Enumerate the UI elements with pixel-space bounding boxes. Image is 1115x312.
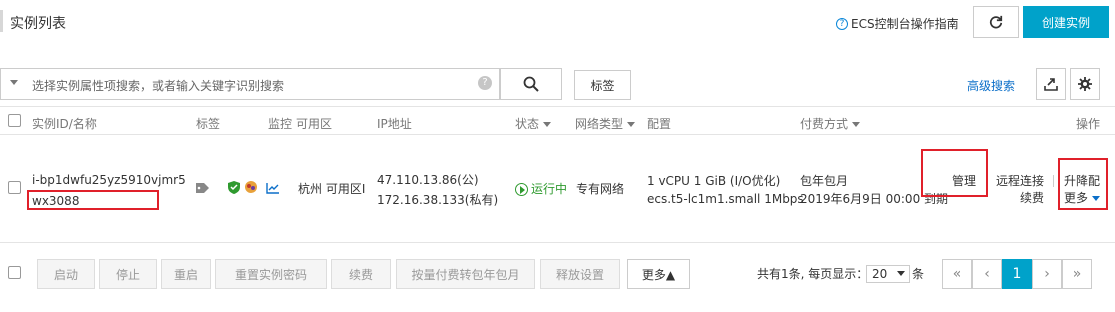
search-icon: [523, 76, 539, 92]
reset-password-button[interactable]: 重置实例密码: [215, 259, 327, 289]
renew-link[interactable]: 续费: [1020, 189, 1044, 207]
instance-id-link[interactable]: i-bp1dwfu25yz5910vjmr5: [32, 171, 186, 189]
pagination-summary: 共有1条, 每页显示：: [757, 267, 869, 281]
start-button[interactable]: 启动: [37, 259, 95, 289]
col-actions: 操作: [1076, 117, 1101, 131]
play-icon: [515, 182, 528, 196]
renew-button[interactable]: 续费: [331, 259, 391, 289]
filter-dropdown-icon[interactable]: [10, 80, 18, 85]
action-separator: [1053, 175, 1054, 187]
divider: [0, 106, 1115, 107]
help-icon: ?: [836, 17, 848, 30]
page-size-suffix: 条: [912, 267, 925, 281]
stop-button[interactable]: 停止: [99, 259, 157, 289]
col-tags: 标签: [196, 117, 221, 131]
col-zone: 可用区: [296, 117, 333, 131]
highlight-box-upgrade: [1058, 158, 1108, 210]
row-checkbox[interactable]: [8, 181, 21, 194]
col-network-label: 网络类型: [575, 117, 624, 131]
search-help-icon[interactable]: ?: [478, 76, 492, 90]
zone-text: 杭州 可用区I: [298, 182, 366, 196]
billing-type: 包年包月: [800, 174, 849, 188]
page-1-button[interactable]: 1: [1002, 259, 1032, 289]
col-status[interactable]: 状态: [515, 115, 552, 132]
export-button[interactable]: [1036, 68, 1066, 100]
col-config: 配置: [647, 117, 672, 131]
release-settings-button[interactable]: 释放设置: [540, 259, 620, 289]
next-page-button[interactable]: ›: [1032, 259, 1062, 289]
config-type: ecs.t5-lc1m1.small 1Mbps: [647, 192, 804, 206]
tag-icon[interactable]: [195, 182, 211, 194]
network-type: 专有网络: [576, 182, 625, 196]
chevron-down-icon: [627, 122, 636, 127]
title-accent-bar: [0, 10, 3, 32]
footer-select-all-checkbox[interactable]: [8, 266, 21, 279]
create-instance-button[interactable]: 创建实例: [1023, 6, 1109, 38]
gear-icon: [1078, 77, 1092, 91]
monitor-chart-icon[interactable]: [266, 182, 280, 194]
search-placeholder: 选择实例属性项搜索，或者输入关键字识别搜索: [32, 79, 285, 93]
public-ip: 47.110.13.86(公): [377, 173, 479, 187]
console-guide-link[interactable]: ? ECS控制台操作指南: [836, 15, 959, 32]
remote-connect-link[interactable]: 远程连接: [996, 172, 1044, 190]
col-billing-label: 付费方式: [800, 117, 849, 131]
tag-filter-button[interactable]: 标签: [574, 70, 631, 100]
chevron-down-icon: [852, 122, 861, 127]
convert-billing-button[interactable]: 按量付费转包年包月: [396, 259, 535, 289]
page-title: 实例列表: [10, 16, 66, 32]
col-ip: IP地址: [377, 117, 412, 131]
chevron-down-icon: [543, 122, 552, 127]
shield-icon[interactable]: [228, 181, 240, 194]
highlight-box-name: [27, 190, 159, 210]
security-center-icon[interactable]: [244, 180, 258, 194]
refresh-button[interactable]: [973, 6, 1019, 38]
page-size-value: 20: [872, 267, 888, 281]
console-guide-label: ECS控制台操作指南: [851, 17, 959, 31]
status-label: 运行中: [531, 182, 568, 196]
col-id-name: 实例ID/名称: [32, 117, 97, 131]
col-network[interactable]: 网络类型: [575, 115, 636, 132]
last-page-button[interactable]: »: [1062, 259, 1092, 289]
first-page-button[interactable]: «: [942, 259, 972, 289]
footer-more-button[interactable]: 更多▲: [627, 259, 690, 289]
col-status-label: 状态: [515, 117, 540, 131]
config-spec: 1 vCPU 1 GiB (I/O优化): [647, 174, 781, 188]
export-icon: [1044, 78, 1058, 91]
highlight-box-manage: [921, 149, 988, 197]
page-size-select[interactable]: 20: [866, 265, 910, 283]
divider: [0, 242, 1115, 243]
divider: [0, 134, 1115, 135]
search-button[interactable]: [500, 68, 562, 100]
prev-page-button[interactable]: ‹: [972, 259, 1002, 289]
chevron-down-icon: [897, 271, 905, 276]
refresh-icon: [989, 15, 1003, 29]
select-all-checkbox[interactable]: [8, 114, 21, 127]
private-ip: 172.16.38.133(私有): [377, 193, 499, 207]
col-billing[interactable]: 付费方式: [800, 115, 861, 132]
settings-button[interactable]: [1070, 68, 1100, 100]
col-monitor: 监控: [268, 117, 293, 131]
status-badge: 运行中: [515, 180, 567, 198]
restart-button[interactable]: 重启: [161, 259, 211, 289]
advanced-search-link[interactable]: 高级搜索: [967, 77, 1015, 94]
